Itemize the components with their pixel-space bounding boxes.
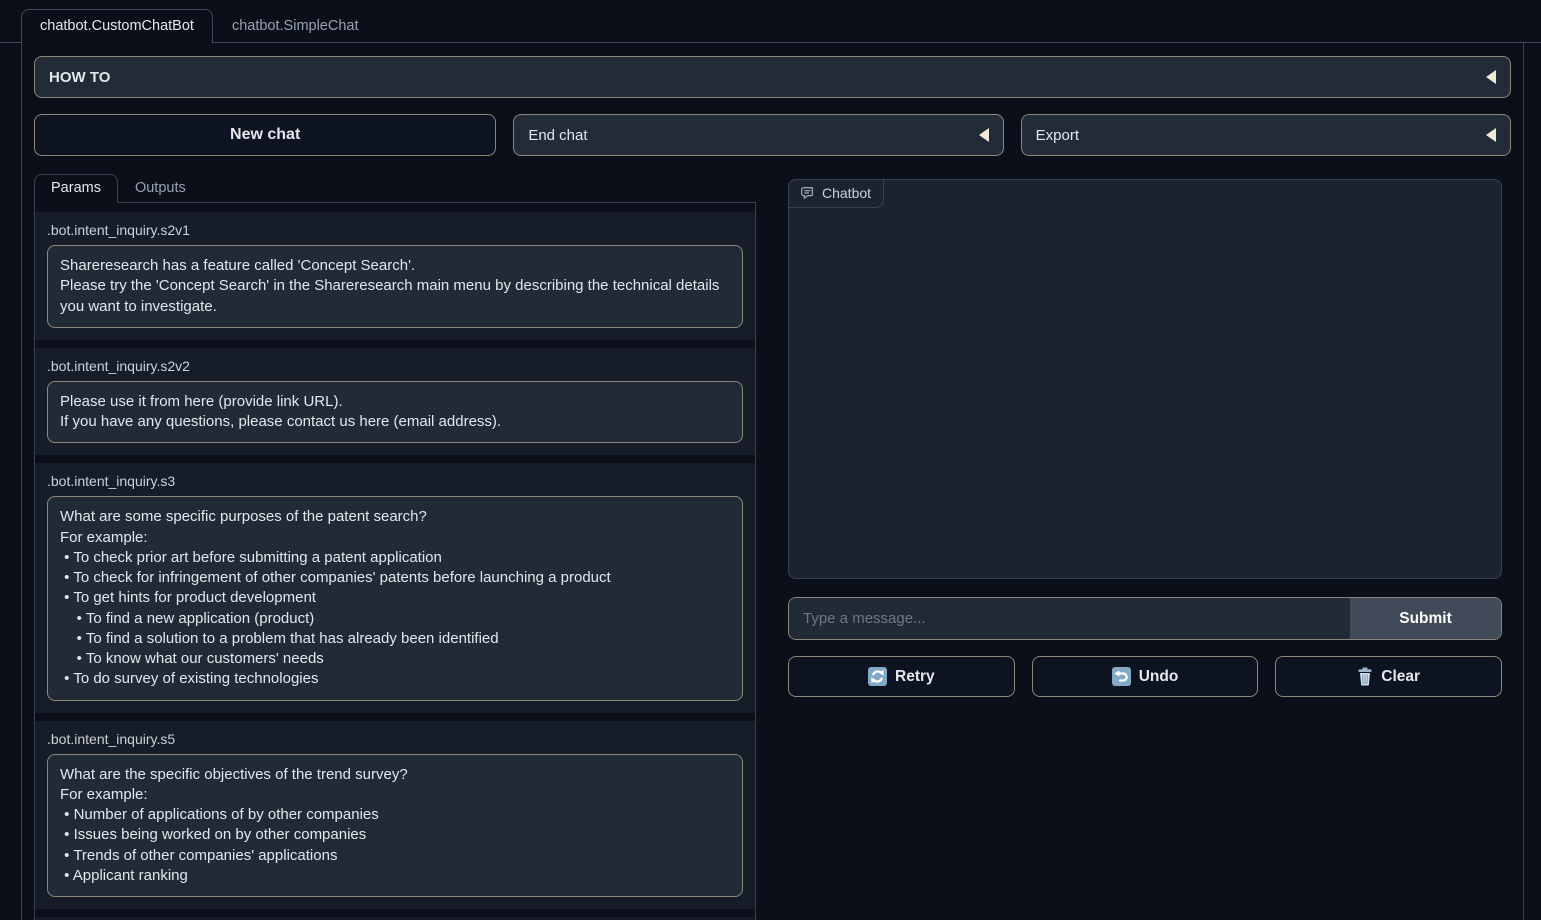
trash-icon [1357, 667, 1373, 686]
params-column: Params Outputs .bot.intent_inquiry.s2v1 … [34, 173, 756, 920]
param-textarea-s2v2[interactable]: Please use it from here (provide link UR… [47, 381, 743, 444]
actions-row: New chat End chat Export [34, 114, 1511, 156]
param-block-s5: .bot.intent_inquiry.s5 What are the spec… [35, 721, 755, 910]
tab-params[interactable]: Params [34, 174, 118, 203]
message-input-row: Submit [788, 597, 1502, 640]
export-accordion[interactable]: Export [1021, 114, 1511, 156]
chatbot-message-area: Chatbot [788, 179, 1502, 579]
end-chat-accordion[interactable]: End chat [513, 114, 1003, 156]
chat-bubble-icon [799, 185, 815, 201]
retry-button[interactable]: Retry [788, 656, 1015, 697]
howto-accordion[interactable]: HOW TO [34, 56, 1511, 98]
tab-simple-chat[interactable]: chatbot.SimpleChat [213, 9, 378, 43]
undo-button[interactable]: Undo [1032, 656, 1259, 697]
chevron-left-icon [979, 128, 989, 142]
submit-button[interactable]: Submit [1350, 598, 1501, 639]
tab-custom-chatbot[interactable]: chatbot.CustomChatBot [21, 9, 213, 43]
param-textarea-s3[interactable]: What are some specific purposes of the p… [47, 496, 743, 700]
param-block-s3: .bot.intent_inquiry.s3 What are some spe… [35, 463, 755, 712]
param-block-s2v1: .bot.intent_inquiry.s2v1 Shareresearch h… [35, 212, 755, 340]
message-input[interactable] [789, 598, 1350, 639]
chatbot-label: Chatbot [822, 185, 871, 201]
params-tab-content: .bot.intent_inquiry.s2v1 Shareresearch h… [34, 203, 756, 920]
param-label: .bot.intent_inquiry.s2v2 [47, 358, 743, 374]
param-label: .bot.intent_inquiry.s2v1 [47, 222, 743, 238]
custom-chatbot-panel: HOW TO New chat End chat Export Params O… [21, 43, 1524, 920]
retry-icon [868, 667, 887, 686]
chatbot-label-chip: Chatbot [788, 179, 884, 208]
howto-accordion-label: HOW TO [49, 69, 110, 86]
undo-label: Undo [1139, 668, 1179, 686]
chat-actions-row: Retry Undo [788, 656, 1502, 697]
export-label: Export [1036, 127, 1079, 144]
param-textarea-s5[interactable]: What are the specific objectives of the … [47, 754, 743, 898]
chevron-left-icon [1486, 128, 1496, 142]
chatbot-column: Chatbot Submit [788, 179, 1502, 697]
param-label: .bot.intent_inquiry.s5 [47, 731, 743, 747]
clear-button[interactable]: Clear [1275, 656, 1502, 697]
chevron-left-icon [1486, 70, 1496, 84]
retry-label: Retry [895, 668, 935, 686]
clear-label: Clear [1381, 668, 1420, 686]
app-tab-bar: chatbot.CustomChatBot chatbot.SimpleChat [0, 0, 1541, 43]
end-chat-label: End chat [528, 127, 587, 144]
params-tab-bar: Params Outputs [34, 173, 756, 203]
new-chat-button[interactable]: New chat [34, 114, 496, 156]
param-textarea-s2v1[interactable]: Shareresearch has a feature called 'Conc… [47, 245, 743, 328]
param-block-s2v2: .bot.intent_inquiry.s2v2 Please use it f… [35, 348, 755, 456]
tab-outputs[interactable]: Outputs [118, 174, 203, 203]
undo-icon [1112, 667, 1131, 686]
param-label: .bot.intent_inquiry.s3 [47, 473, 743, 489]
